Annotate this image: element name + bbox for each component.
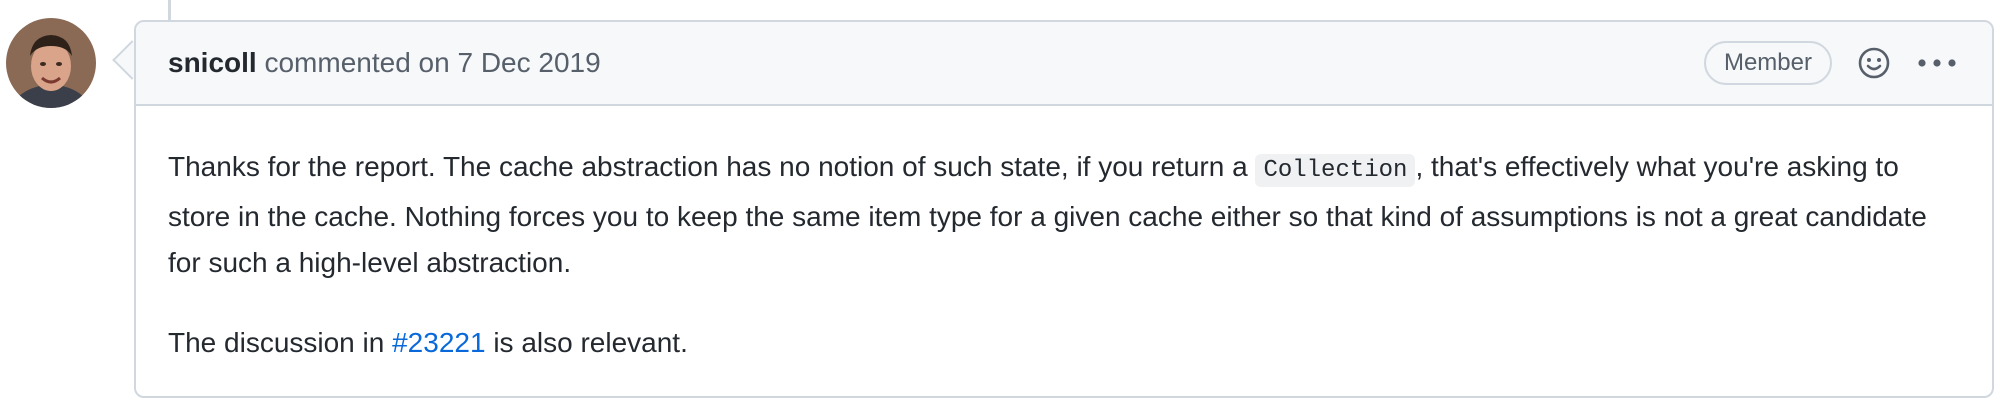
comment-date-link[interactable]: 7 Dec 2019 [457, 47, 600, 78]
user-avatar-icon [6, 18, 96, 108]
paragraph-text: Thanks for the report. The cache abstrac… [168, 151, 1256, 182]
comment-paragraph-1: Thanks for the report. The cache abstrac… [168, 144, 1960, 286]
kebab-horizontal-icon [1918, 59, 1956, 67]
paragraph-text: The discussion in [168, 327, 393, 358]
comment-box: snicoll commented on 7 Dec 2019 Member T… [134, 20, 1994, 398]
comment-author-link[interactable]: snicoll [168, 47, 257, 78]
comment-paragraph-2: The discussion in #23221 is also relevan… [168, 320, 1960, 366]
comment-options-button[interactable] [1914, 43, 1960, 83]
inline-code: Collection [1255, 154, 1416, 187]
comment-body: Thanks for the report. The cache abstrac… [136, 106, 1992, 366]
issue-reference-link[interactable]: #23221 [392, 327, 485, 358]
add-reaction-button[interactable] [1854, 43, 1894, 83]
comment-action-text: commented on [256, 47, 458, 78]
avatar[interactable] [6, 18, 96, 108]
comment-header-text: snicoll commented on 7 Dec 2019 [168, 47, 1704, 79]
timeline-line [168, 0, 171, 20]
smiley-icon [1858, 47, 1890, 79]
paragraph-text: is also relevant. [485, 327, 688, 358]
comment-header: snicoll commented on 7 Dec 2019 Member [136, 22, 1992, 106]
member-badge: Member [1703, 41, 1832, 85]
